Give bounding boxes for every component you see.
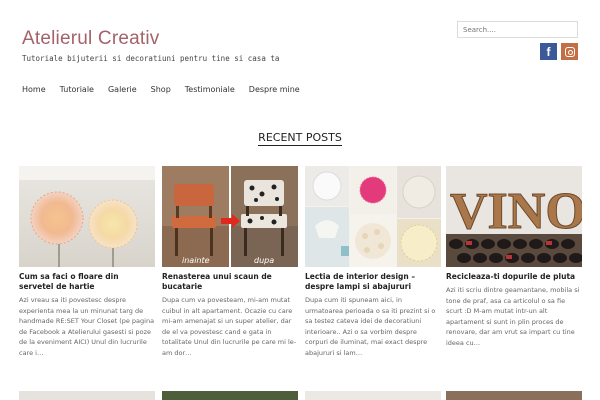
after-label: dupa: [254, 256, 274, 265]
section-title: RECENT POSTS: [258, 131, 342, 146]
post-thumbnail[interactable]: [19, 166, 155, 267]
page: Atelierul Creativ Tutoriale bijuterii si…: [0, 0, 600, 400]
nav-item-tutoriale[interactable]: Tutoriale: [60, 85, 94, 94]
post-thumbnail[interactable]: [19, 391, 155, 400]
post-card: VINO Recicleaza-ti dopurile de pluta Azi…: [446, 166, 582, 348]
post-excerpt: Azi iti scriu dintre geamantane, mobila …: [446, 286, 580, 347]
site-tagline: Tutoriale bijuterii si decoratiuni pentr…: [22, 54, 280, 63]
facebook-icon[interactable]: f: [540, 43, 557, 60]
nav-item-despre-mine[interactable]: Despre mine: [249, 85, 300, 94]
site-title[interactable]: Atelierul Creativ: [22, 28, 160, 50]
nav-item-galerie[interactable]: Galerie: [108, 85, 137, 94]
post-excerpt: Dupa cum iti spuneam aici, in urmatoarea…: [305, 296, 436, 357]
main-nav: Home Tutoriale Galerie Shop Testimoniale…: [22, 85, 314, 94]
instagram-icon[interactable]: [561, 43, 578, 60]
post-thumbnail[interactable]: [446, 391, 582, 400]
vino-letters: VINO: [450, 183, 582, 240]
post-card: inainte dupa Renasterea unui scaun de bu…: [162, 166, 298, 358]
post-excerpt: Dupa cum va povesteam, mi-am mutat cuibu…: [162, 296, 297, 357]
post-thumbnail[interactable]: inainte dupa: [162, 166, 298, 267]
search-input[interactable]: [457, 21, 578, 38]
post-title[interactable]: Lectia de interior design – despre lampi…: [305, 272, 441, 292]
post-card: Cum sa faci o floare din servetel de har…: [19, 166, 155, 358]
post-thumbnail[interactable]: [305, 166, 441, 267]
before-label: inainte: [182, 256, 210, 265]
nav-item-shop[interactable]: Shop: [151, 85, 171, 94]
post-thumbnail[interactable]: VINO: [446, 166, 582, 267]
nav-item-testimoniale[interactable]: Testimoniale: [185, 85, 235, 94]
post-title[interactable]: Recicleaza-ti dopurile de pluta: [446, 272, 582, 282]
post-thumbnail[interactable]: [162, 391, 298, 400]
nav-item-home[interactable]: Home: [22, 85, 46, 94]
post-thumbnail[interactable]: [305, 391, 441, 400]
post-card: Lectia de interior design – despre lampi…: [305, 166, 441, 358]
post-excerpt: Azi vreau sa iti povestesc despre experi…: [19, 296, 155, 357]
post-title[interactable]: Cum sa faci o floare din servetel de har…: [19, 272, 155, 292]
post-title[interactable]: Renasterea unui scaun de bucatarie: [162, 272, 298, 292]
